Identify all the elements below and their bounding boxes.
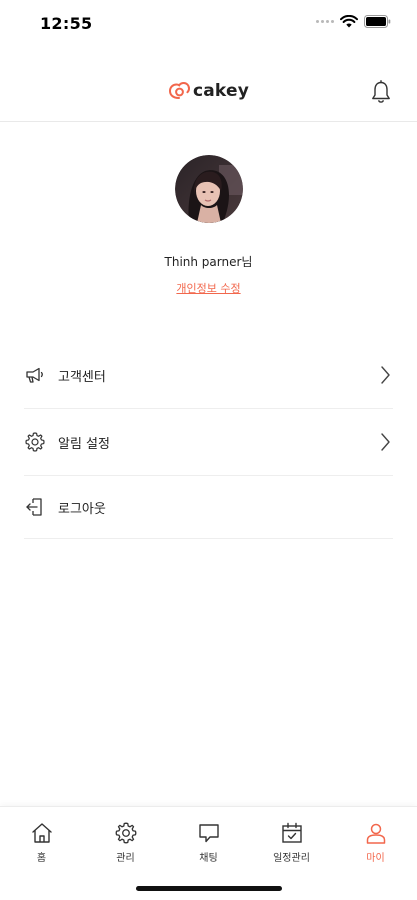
logout-icon — [24, 496, 46, 518]
tab-chat[interactable]: 채팅 — [167, 821, 250, 864]
logo[interactable]: cakey — [0, 81, 417, 101]
status-time: 12:55 — [40, 14, 93, 33]
avatar[interactable] — [174, 155, 243, 223]
logo-text: cakey — [192, 81, 249, 101]
menu-item-logout[interactable]: 로그아웃 — [24, 476, 393, 539]
tab-label: 관리 — [116, 853, 135, 864]
tab-manage[interactable]: 관리 — [84, 821, 167, 864]
menu-item-label: 알림 설정 — [58, 436, 110, 452]
calendar-icon — [281, 822, 302, 843]
edit-profile-link[interactable]: 개인정보 수정 — [176, 280, 240, 296]
profile-section: Thinh parner님 개인정보 수정 — [0, 155, 417, 296]
profile-name: Thinh parner님 — [164, 255, 253, 269]
tab-home[interactable]: 홈 — [0, 821, 83, 864]
menu-list: 고객센터 알림 설정 로그아웃 — [24, 342, 393, 539]
tab-schedule[interactable]: 일정관리 — [250, 821, 333, 864]
menu-item-customer-center[interactable]: 고객센터 — [24, 342, 393, 409]
chevron-right-icon — [381, 366, 390, 384]
user-icon — [366, 823, 385, 844]
home-icon — [31, 823, 52, 843]
gear-icon — [115, 822, 136, 844]
wifi-icon — [340, 15, 358, 28]
menu-item-label: 로그아웃 — [58, 501, 106, 517]
cellular-signal-icon — [316, 20, 334, 23]
megaphone-icon — [24, 364, 46, 386]
status-icons — [316, 15, 391, 28]
tab-label: 채팅 — [199, 853, 218, 864]
home-indicator — [136, 886, 282, 891]
status-bar: 12:55 — [0, 0, 417, 46]
menu-item-notification-settings[interactable]: 알림 설정 — [24, 409, 393, 476]
chevron-right-icon — [381, 433, 390, 451]
tab-label: 일정관리 — [273, 853, 310, 864]
cakey-logo-icon — [168, 81, 190, 99]
chat-icon — [198, 824, 219, 843]
menu-item-label: 고객센터 — [58, 369, 106, 385]
header: cakey — [0, 64, 417, 122]
tab-label: 홈 — [36, 853, 47, 864]
gear-icon — [24, 431, 46, 453]
bell-icon[interactable] — [370, 80, 392, 104]
tab-label: 마이 — [366, 853, 385, 864]
battery-icon — [364, 15, 391, 28]
tab-my[interactable]: 마이 — [334, 821, 417, 864]
